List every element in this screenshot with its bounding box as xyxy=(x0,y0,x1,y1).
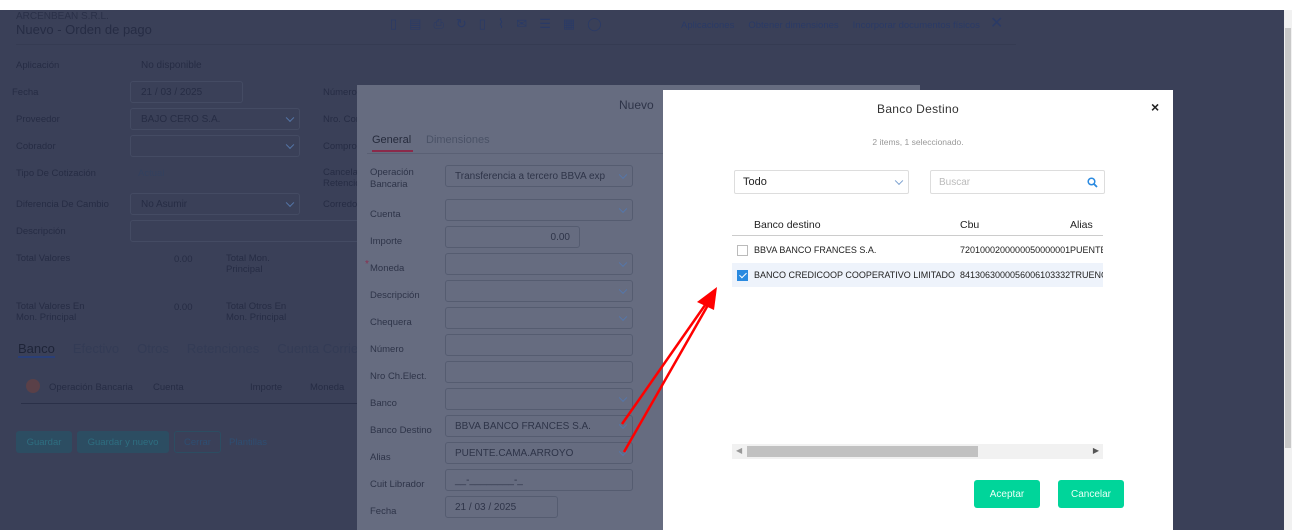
annotation-arrows xyxy=(620,287,717,453)
arrow-head-icon xyxy=(697,287,717,310)
arrow-line xyxy=(620,297,712,425)
arrow-line xyxy=(622,297,714,453)
